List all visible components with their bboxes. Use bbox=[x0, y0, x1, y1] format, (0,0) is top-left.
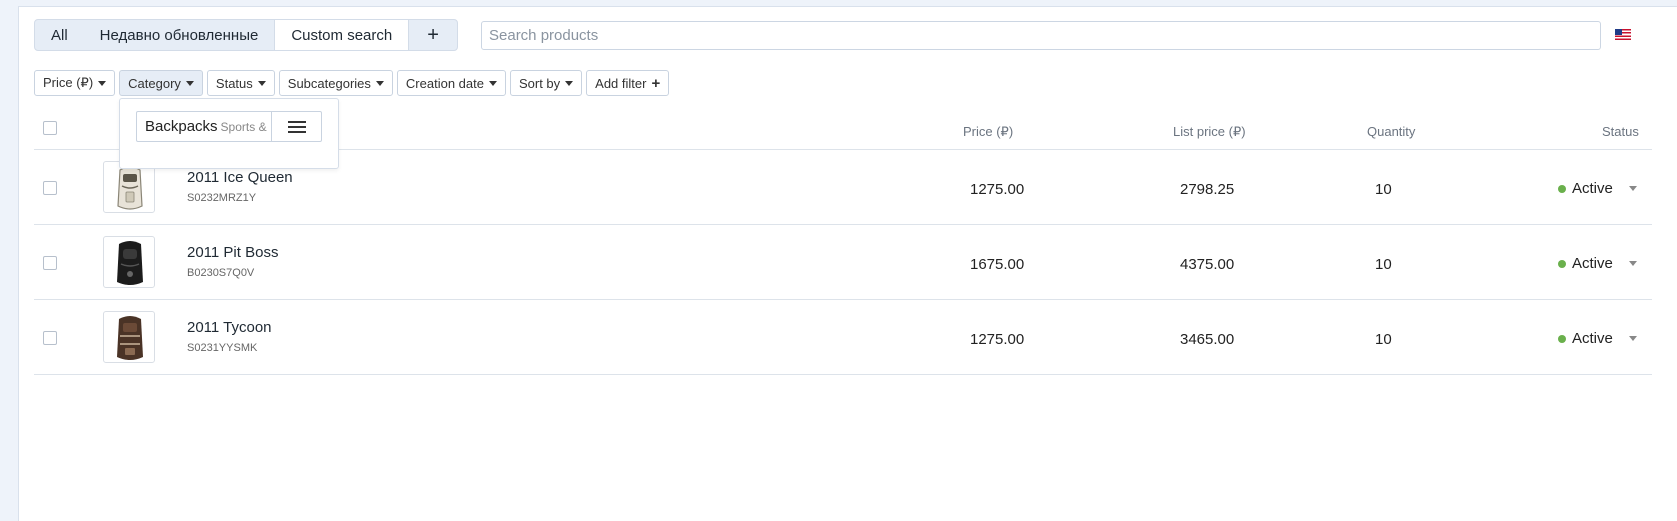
tab-custom-search[interactable]: Custom search bbox=[274, 20, 410, 50]
add-filter-button[interactable]: Add filter + bbox=[586, 70, 670, 96]
table-divider bbox=[34, 374, 1652, 375]
caret-down-icon bbox=[375, 80, 384, 86]
status-dot-icon bbox=[1558, 184, 1566, 193]
row-checkbox[interactable] bbox=[43, 181, 57, 195]
filter-price-label: Price (₽) bbox=[43, 75, 94, 90]
search-input[interactable] bbox=[481, 21, 1601, 50]
caret-down-icon bbox=[488, 80, 497, 86]
product-thumbnail[interactable] bbox=[103, 236, 155, 288]
status-label: Active bbox=[1572, 330, 1613, 347]
category-dropdown: Backpacks Sports & bbox=[119, 98, 339, 169]
filter-sort-by-label: Sort by bbox=[518, 75, 561, 91]
status-label: Active bbox=[1572, 255, 1613, 272]
product-quantity[interactable]: 10 bbox=[1375, 331, 1392, 348]
filter-subcategories-label: Subcategories bbox=[287, 75, 371, 91]
status-dropdown[interactable]: Active bbox=[1558, 180, 1637, 197]
product-code: B0230S7Q0V bbox=[187, 267, 255, 279]
status-dropdown[interactable]: Active bbox=[1558, 330, 1637, 347]
category-picker[interactable]: Backpacks Sports & bbox=[136, 111, 322, 142]
filter-creation-date-label: Creation date bbox=[405, 75, 484, 91]
header-price[interactable]: Price (₽) bbox=[963, 124, 1013, 140]
category-picker-path: Sports & bbox=[220, 120, 267, 134]
caret-down-icon bbox=[1628, 261, 1637, 266]
status-dropdown[interactable]: Active bbox=[1558, 255, 1637, 272]
product-name[interactable]: 2011 Ice Queen bbox=[187, 169, 293, 186]
us-flag-icon[interactable] bbox=[1615, 29, 1631, 40]
add-tab-button[interactable]: + bbox=[409, 20, 457, 50]
product-list-price[interactable]: 2798.25 bbox=[1180, 181, 1234, 198]
product-quantity[interactable]: 10 bbox=[1375, 256, 1392, 273]
product-code: S0232MRZ1Y bbox=[187, 192, 257, 204]
backpack-image bbox=[117, 316, 143, 360]
header-list-price[interactable]: List price (₽) bbox=[1173, 124, 1246, 140]
table-row[interactable]: 2011 Tycoon S0231YYSMK 1275.00 3465.00 1… bbox=[34, 299, 1652, 374]
product-thumbnail[interactable] bbox=[103, 311, 155, 363]
table-row[interactable]: 2011 Pit Boss B0230S7Q0V 1675.00 4375.00… bbox=[34, 224, 1652, 299]
backpack-image bbox=[117, 241, 143, 285]
header-status[interactable]: Status bbox=[1602, 124, 1639, 139]
product-list-price[interactable]: 3465.00 bbox=[1180, 331, 1234, 348]
search-tabs: All Недавно обновленные Custom search + bbox=[34, 19, 458, 51]
caret-down-icon bbox=[565, 80, 574, 86]
row-checkbox[interactable] bbox=[43, 331, 57, 345]
caret-down-icon bbox=[257, 80, 266, 86]
category-picker-value-wrap: Backpacks Sports & bbox=[137, 118, 271, 135]
product-name[interactable]: 2011 Tycoon bbox=[187, 319, 272, 336]
caret-down-icon bbox=[1628, 186, 1637, 191]
status-label: Active bbox=[1572, 180, 1613, 197]
menu-icon bbox=[287, 120, 306, 133]
status-dot-icon bbox=[1558, 259, 1566, 268]
filter-category-label: Category bbox=[128, 75, 181, 91]
product-price[interactable]: 1275.00 bbox=[970, 331, 1024, 348]
product-quantity[interactable]: 10 bbox=[1375, 181, 1392, 198]
filter-subcategories[interactable]: Subcategories bbox=[278, 70, 393, 96]
product-name[interactable]: 2011 Pit Boss bbox=[187, 244, 278, 261]
caret-down-icon bbox=[98, 80, 107, 86]
tab-recently-updated[interactable]: Недавно обновленные bbox=[84, 20, 275, 50]
select-all-checkbox[interactable] bbox=[43, 121, 57, 135]
product-list-price[interactable]: 4375.00 bbox=[1180, 256, 1234, 273]
category-list-button[interactable] bbox=[271, 112, 321, 141]
row-checkbox[interactable] bbox=[43, 256, 57, 270]
status-dot-icon bbox=[1558, 334, 1566, 343]
tab-all[interactable]: All bbox=[35, 20, 84, 50]
filter-price[interactable]: Price (₽) bbox=[34, 70, 116, 96]
filter-sort-by[interactable]: Sort by bbox=[509, 70, 583, 96]
caret-down-icon bbox=[1628, 336, 1637, 341]
product-code: S0231YYSMK bbox=[187, 342, 258, 354]
filter-status-label: Status bbox=[215, 75, 253, 91]
filter-category[interactable]: Category bbox=[119, 70, 203, 96]
add-filter-label: Add filter bbox=[595, 75, 647, 91]
product-price[interactable]: 1275.00 bbox=[970, 181, 1024, 198]
filter-creation-date[interactable]: Creation date bbox=[396, 70, 506, 96]
plus-icon: + bbox=[651, 74, 661, 92]
caret-down-icon bbox=[185, 80, 194, 86]
filter-bar: Price (₽) Category Status Subcategories … bbox=[34, 70, 670, 96]
product-price[interactable]: 1675.00 bbox=[970, 256, 1024, 273]
category-picker-value: Backpacks bbox=[145, 118, 218, 135]
backpack-image bbox=[117, 166, 143, 210]
header-quantity[interactable]: Quantity bbox=[1367, 124, 1415, 139]
filter-status[interactable]: Status bbox=[206, 70, 275, 96]
